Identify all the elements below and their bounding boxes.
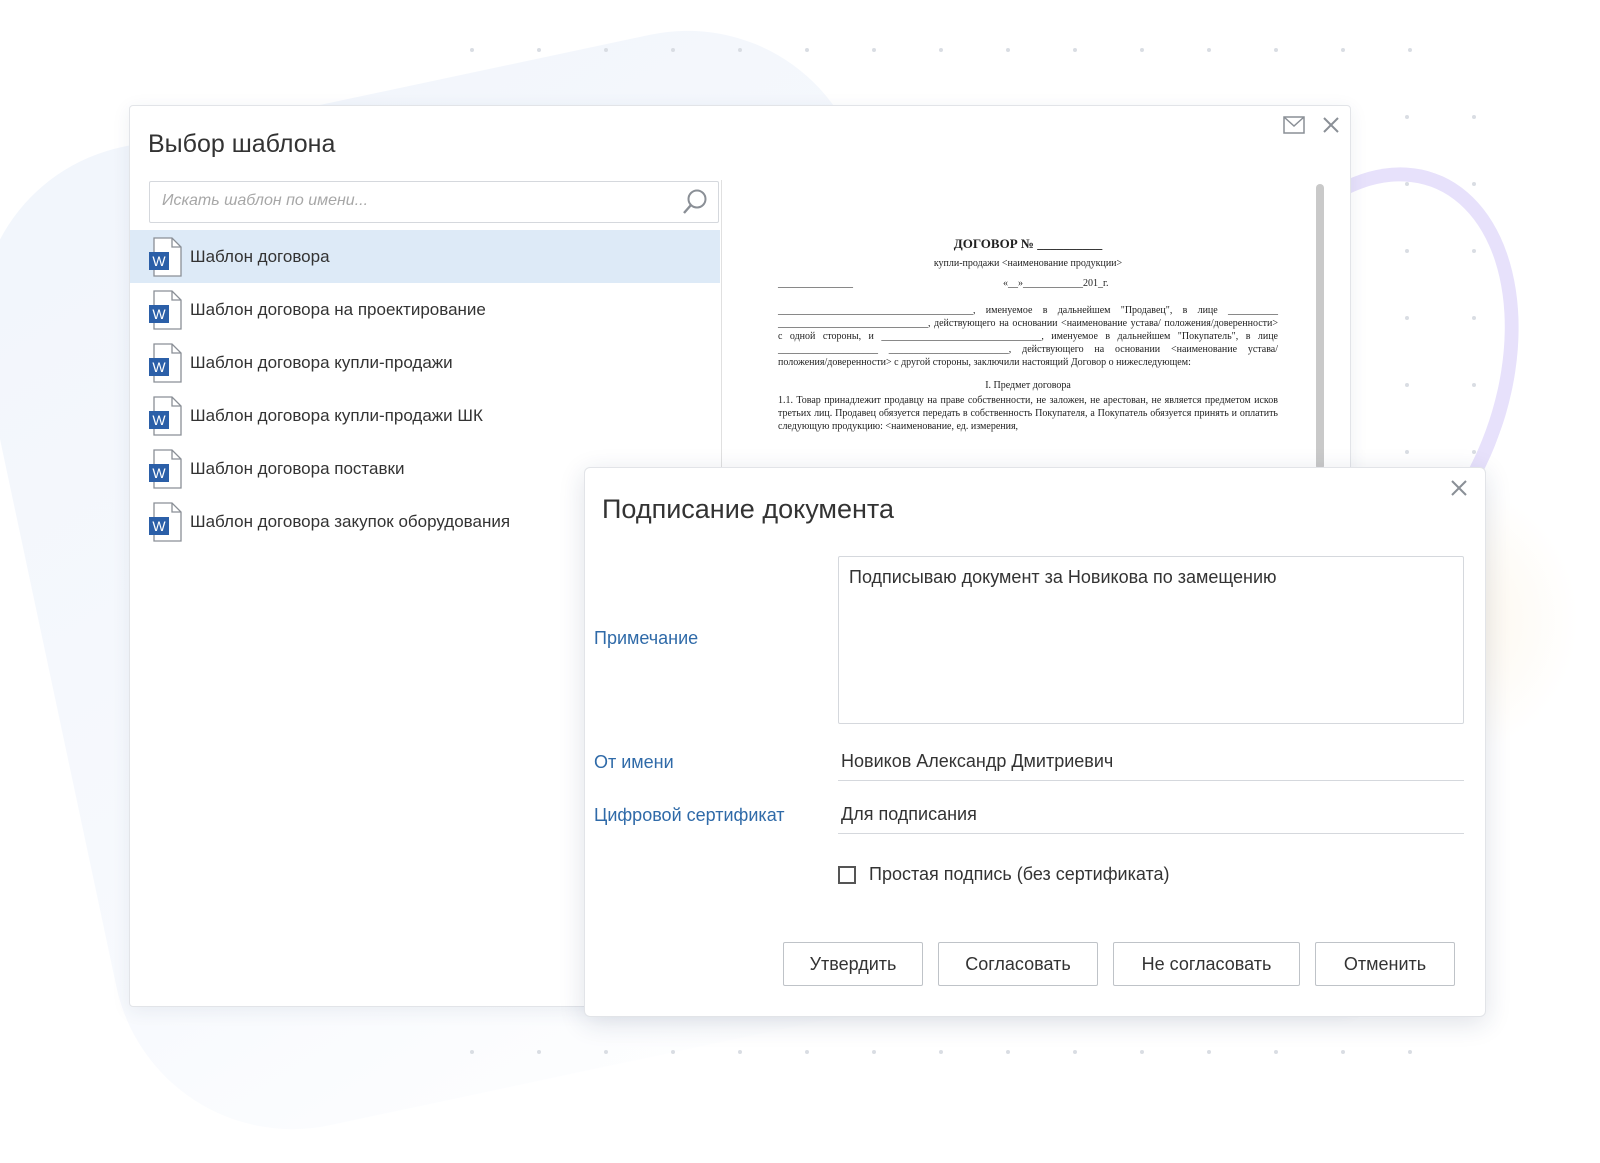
word-document-icon: W [149, 395, 182, 436]
document-title: ДОГОВОР № __________ [953, 236, 1103, 251]
template-label: Шаблон договора купли-продажи ШК [190, 405, 483, 425]
word-icon-letter: W [152, 359, 166, 375]
word-icon-letter: W [152, 465, 166, 481]
search-box [149, 181, 719, 223]
document-paragraph: 1.1. Товар принадлежит продавцу на праве… [778, 395, 1278, 432]
simple-sign-label: Простая подпись (без сертификата) [869, 864, 1170, 884]
search-icon[interactable] [680, 187, 710, 217]
certificate-field[interactable]: Для подписания [838, 796, 1464, 834]
document-preview: ДОГОВОР № __________ купли-продажи <наим… [721, 180, 1330, 470]
template-label: Шаблон договора купли-продажи [190, 352, 453, 372]
document-subtitle: купли-продажи <наименование продукции> [933, 258, 1123, 269]
preview-scrollbar[interactable] [1316, 184, 1324, 470]
dialog-title: Подписание документа [602, 494, 894, 524]
disagree-button[interactable]: Не согласовать [1113, 942, 1300, 986]
from-label: От имени [594, 752, 674, 772]
certificate-label: Цифровой сертификат [594, 805, 785, 825]
simple-sign-checkbox[interactable]: Простая подпись (без сертификата) [838, 864, 1170, 885]
template-label: Шаблон договора закупок оборудования [190, 511, 511, 531]
template-label: Шаблон договора поставки [190, 458, 405, 478]
template-list-item[interactable]: W Шаблон договора на проектирование [130, 283, 720, 336]
word-document-icon: W [149, 501, 182, 542]
template-label: Шаблон договора [190, 246, 330, 266]
document-date-line: _______________ «__»____________201_г. [778, 278, 1109, 289]
close-icon[interactable] [1447, 476, 1471, 500]
search-input[interactable] [150, 182, 674, 220]
document-section-heading: I. Предмет договора [985, 380, 1071, 391]
sign-document-dialog: Подписание документа Примечание Подписыв… [584, 467, 1486, 1017]
word-document-icon: W [149, 448, 182, 489]
word-icon-letter: W [152, 306, 166, 322]
note-label: Примечание [594, 628, 699, 648]
word-icon-letter: W [152, 253, 166, 269]
template-list-item[interactable]: W Шаблон договора купли-продажи ШК [130, 389, 720, 442]
word-document-icon: W [149, 236, 182, 277]
document-page: ДОГОВОР № __________ купли-продажи <наим… [778, 236, 1278, 433]
agree-button[interactable]: Согласовать [938, 942, 1098, 986]
approve-button[interactable]: Утвердить [783, 942, 923, 986]
word-document-icon: W [149, 342, 182, 383]
checkbox-box[interactable] [838, 865, 856, 884]
document-paragraph: _______________________________________,… [778, 305, 1278, 368]
from-field[interactable]: Новиков Александр Дмитриевич [838, 743, 1464, 781]
word-icon-letter: W [152, 518, 166, 534]
word-document-icon: W [149, 289, 182, 330]
word-icon-letter: W [152, 412, 166, 428]
mail-icon[interactable] [1283, 116, 1305, 134]
close-icon[interactable] [1320, 114, 1342, 136]
template-list-item[interactable]: W Шаблон договора купли-продажи [130, 336, 720, 389]
window-title: Выбор шаблона [148, 130, 336, 158]
template-list-item[interactable]: W Шаблон договора [130, 230, 720, 283]
cancel-button[interactable]: Отменить [1315, 942, 1455, 986]
template-label: Шаблон договора на проектирование [190, 299, 486, 319]
note-field[interactable]: Подписываю документ за Новикова по замещ… [838, 556, 1464, 724]
